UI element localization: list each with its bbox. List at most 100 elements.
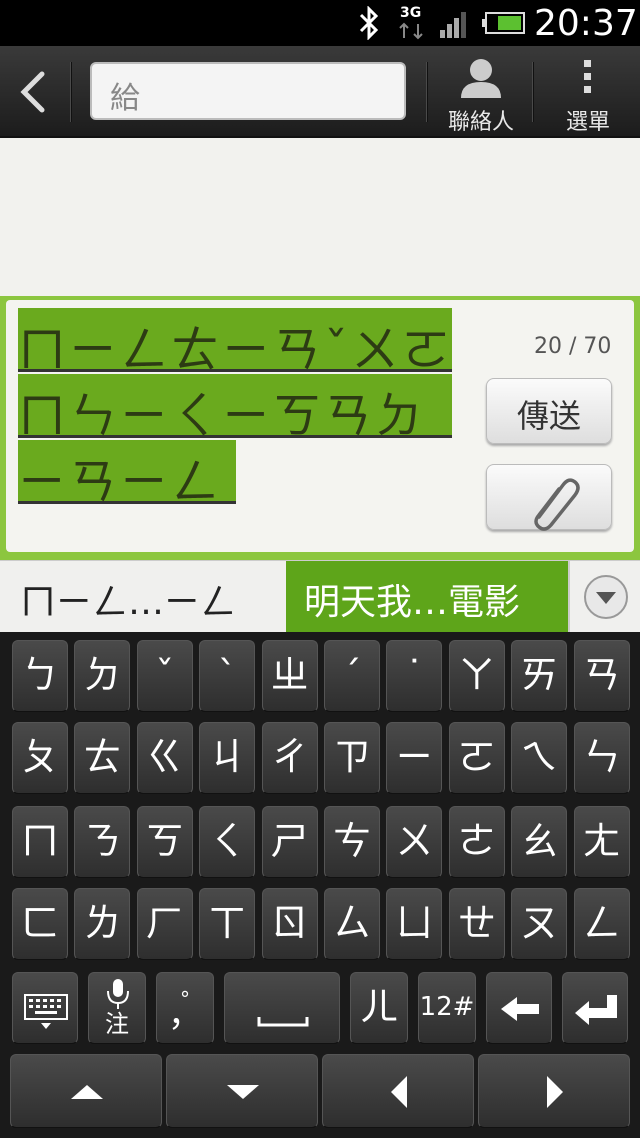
battery-icon: [482, 12, 525, 34]
menu-button[interactable]: 選單: [536, 46, 640, 138]
svg-text:3G: 3G: [400, 5, 421, 21]
paperclip-icon: [534, 478, 580, 531]
key-zhuyin[interactable]: ㄤ: [573, 806, 630, 878]
cursor-right-key[interactable]: [478, 1054, 630, 1128]
send-label: 傳送: [516, 397, 581, 435]
key-zhuyin[interactable]: ㄍ: [136, 722, 193, 794]
conversation-area: [0, 138, 640, 298]
back-button[interactable]: [0, 46, 68, 138]
key-zhuyin[interactable]: ㄊ: [74, 722, 131, 794]
number-symbol-key[interactable]: 12#: [418, 972, 476, 1044]
key-zhuyin[interactable]: ㄟ: [511, 722, 568, 794]
punctuation-key[interactable]: ° ，: [156, 972, 214, 1044]
key-zhuyin[interactable]: ㄚ: [448, 640, 505, 712]
compose-area: ㄇㄧㄥㄊㄧㄢˇㄨㄛ ㄇㄣㄧㄑㄧㄎㄢㄉ ㄧㄢㄧㄥ 20 / 70 傳送: [0, 296, 640, 560]
key-label: ㄆ: [20, 735, 59, 779]
key-label: ㄨ: [395, 819, 434, 863]
key-zhuyin[interactable]: ㄑ: [199, 806, 256, 878]
suggestion-bar: ㄇㄧㄥ…ㄧㄥ 明天我…電影: [0, 560, 640, 633]
key-zhuyin[interactable]: ㄉ: [74, 640, 131, 712]
key-zhuyin[interactable]: ˇ: [136, 640, 193, 712]
divider: [568, 561, 570, 633]
key-zhuyin[interactable]: ㄠ: [511, 806, 568, 878]
key-zhuyin[interactable]: ㄜ: [448, 806, 505, 878]
contacts-button[interactable]: 聯絡人: [430, 46, 532, 138]
key-label: ㄌ: [83, 901, 122, 945]
key-zhuyin[interactable]: ㄢ: [573, 640, 630, 712]
key-zhuyin[interactable]: ㄐ: [199, 722, 256, 794]
cursor-down-key[interactable]: [166, 1054, 318, 1128]
key-zhuyin[interactable]: ㄓ: [261, 640, 318, 712]
voice-input-key[interactable]: 注: [88, 972, 146, 1044]
chevron-down-icon: [584, 575, 628, 619]
key-label: ㄏ: [145, 901, 184, 945]
key-label: ㄍ: [145, 735, 184, 779]
key-zhuyin[interactable]: ㄛ: [448, 722, 505, 794]
key-zhuyin[interactable]: ㄘ: [324, 806, 380, 878]
key-zhuyin[interactable]: ㄧ: [386, 722, 443, 794]
backspace-key[interactable]: [486, 972, 552, 1044]
key-zhuyin[interactable]: ㄇ: [12, 806, 68, 878]
cursor-up-key[interactable]: [10, 1054, 162, 1128]
key-zhuyin[interactable]: ㄥ: [573, 888, 630, 960]
keyboard-switch-key[interactable]: [12, 972, 78, 1044]
key-label: ㄔ: [270, 735, 309, 779]
key-label: ㄢ: [582, 653, 621, 697]
key-er[interactable]: ㄦ: [350, 972, 408, 1044]
punctuation-label: ，: [168, 995, 202, 1035]
key-label: 12#: [419, 992, 475, 1022]
enter-key[interactable]: [562, 972, 628, 1044]
expand-suggestions-button[interactable]: [582, 573, 630, 621]
space-icon: [257, 1017, 309, 1027]
key-zhuyin[interactable]: ˙: [386, 640, 443, 712]
key-zhuyin[interactable]: ㄒ: [199, 888, 256, 960]
key-zhuyin[interactable]: ㄖ: [261, 888, 318, 960]
send-button[interactable]: 傳送: [486, 378, 612, 444]
key-zhuyin[interactable]: ㄗ: [324, 722, 380, 794]
signal-icon: [440, 12, 466, 38]
key-zhuyin[interactable]: ㄋ: [74, 806, 131, 878]
key-label: ㄥ: [582, 901, 621, 945]
key-zhuyin[interactable]: ㄈ: [12, 888, 68, 960]
key-zhuyin[interactable]: ㄡ: [511, 888, 568, 960]
message-line[interactable]: ㄇㄧㄥㄊㄧㄢˇㄨㄛ: [18, 308, 452, 378]
space-key[interactable]: [224, 972, 340, 1044]
key-zhuyin[interactable]: ㄕ: [261, 806, 318, 878]
message-line[interactable]: ㄇㄣㄧㄑㄧㄎㄢㄉ: [18, 374, 452, 444]
arrow-down-icon: [227, 1085, 259, 1099]
key-label: ㄞ: [520, 653, 559, 697]
key-label: ㄎ: [145, 819, 184, 863]
key-zhuyin[interactable]: ㄆ: [12, 722, 68, 794]
key-label: ㄚ: [457, 653, 496, 697]
key-zhuyin[interactable]: ㄏ: [136, 888, 193, 960]
key-zhuyin[interactable]: ㄙ: [324, 888, 380, 960]
attach-button[interactable]: [486, 464, 612, 531]
key-zhuyin[interactable]: ㄅ: [12, 640, 68, 712]
key-zhuyin[interactable]: ㄔ: [261, 722, 318, 794]
key-zhuyin[interactable]: ㄌ: [74, 888, 131, 960]
overflow-menu-icon: [584, 60, 591, 93]
key-label: ㄟ: [520, 735, 559, 779]
key-label: ㄑ: [208, 819, 247, 863]
key-zhuyin[interactable]: ㄨ: [386, 806, 443, 878]
key-zhuyin[interactable]: ˋ: [199, 640, 256, 712]
key-zhuyin[interactable]: ㄎ: [136, 806, 193, 878]
key-zhuyin[interactable]: ㄩ: [386, 888, 443, 960]
cursor-left-key[interactable]: [322, 1054, 474, 1128]
recipient-input[interactable]: 給: [90, 62, 406, 120]
key-label: ㄡ: [520, 901, 559, 945]
key-label: ˋ: [217, 653, 237, 697]
key-zhuyin[interactable]: ㄝ: [448, 888, 505, 960]
suggestion-zhuyin[interactable]: ㄇㄧㄥ…ㄧㄥ: [0, 561, 284, 633]
key-zhuyin[interactable]: ㄞ: [511, 640, 568, 712]
suggestion-chinese[interactable]: 明天我…電影: [286, 561, 568, 633]
key-zhuyin[interactable]: ㄣ: [573, 722, 630, 794]
key-label: ˇ: [155, 653, 175, 697]
key-zhuyin[interactable]: ˊ: [324, 640, 380, 712]
message-line[interactable]: ㄧㄢㄧㄥ: [18, 440, 236, 510]
key-label: ㄉ: [83, 653, 122, 697]
chevron-left-icon: [20, 71, 45, 113]
zhuyin-keyboard: ㄅㄉ ˇ ˋ ㄓ ˊ ˙ ㄚㄞㄢㄆㄊㄍㄐㄔㄗㄧㄛㄟㄣㄇㄋㄎㄑㄕㄘㄨㄜㄠㄤㄈㄌㄏㄒㄖㄙㄩㄝㄡㄥ…: [0, 632, 640, 1138]
key-label: ㄊ: [83, 735, 122, 779]
key-label: ㄤ: [582, 819, 621, 863]
